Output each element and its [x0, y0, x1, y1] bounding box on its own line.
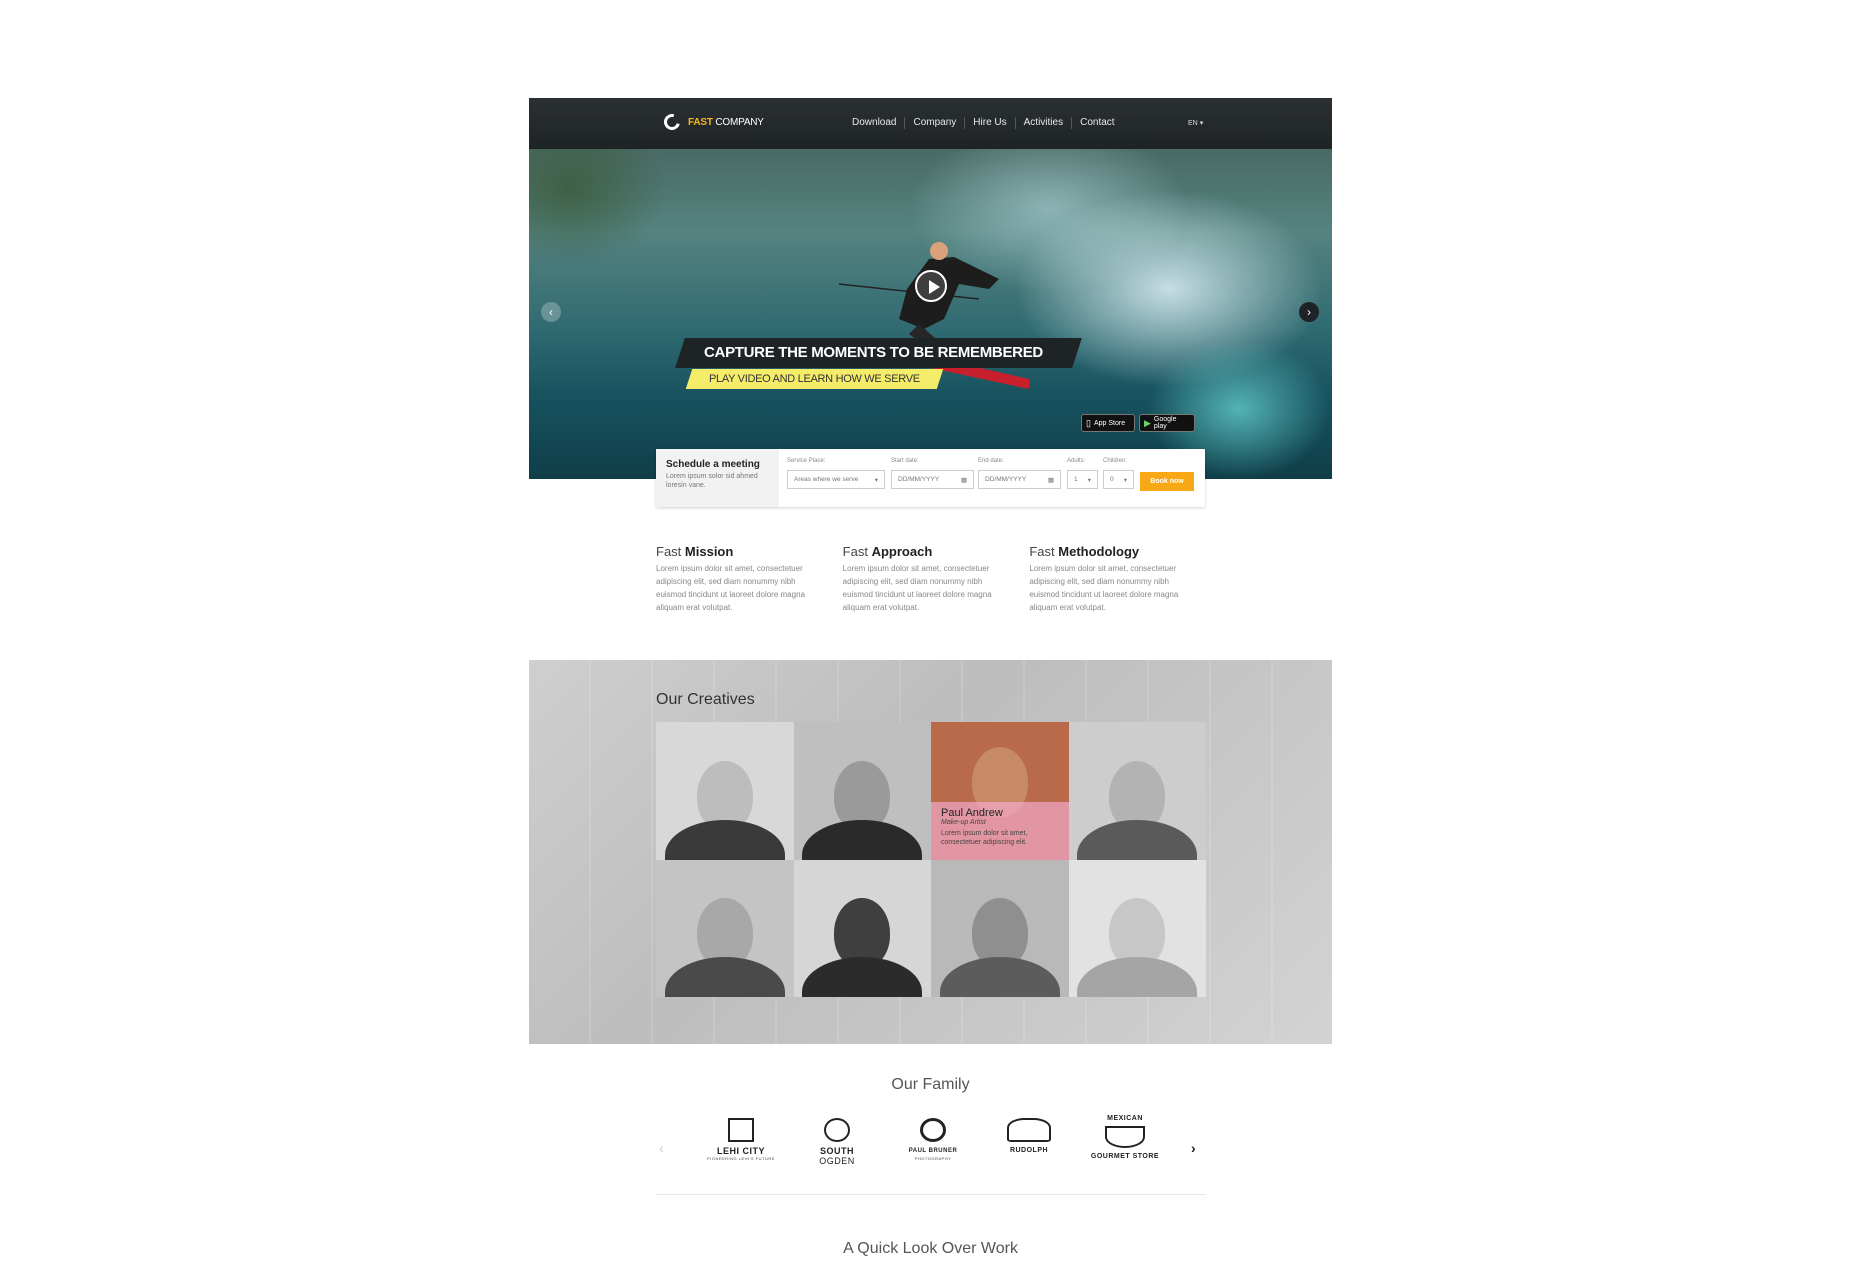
- carousel-next-arrow-icon[interactable]: ›: [1191, 1140, 1196, 1156]
- portrait-shoulders: [1077, 819, 1198, 860]
- children-label: Children:: [1103, 458, 1128, 464]
- calendar-icon: ▦: [960, 476, 967, 484]
- adults-select[interactable]: 1 ▾: [1067, 470, 1098, 489]
- creative-tile[interactable]: [931, 859, 1069, 997]
- lehi-city-icon: [728, 1118, 754, 1142]
- feature-title: Fast Approach: [842, 544, 933, 559]
- creative-info-overlay: Paul Andrew Make-up Artist Lorem ipsum d…: [931, 801, 1069, 860]
- brand-logo-south-ogden[interactable]: SOUTH OGDEN: [802, 1118, 872, 1166]
- children-field: Children: 0 ▾: [1103, 458, 1134, 489]
- end-date-label: End date:: [978, 458, 1004, 464]
- end-date-input[interactable]: DD/MM/YYYY ▦: [978, 470, 1061, 489]
- paul-bruner-icon: [920, 1118, 946, 1142]
- children-select[interactable]: 0 ▾: [1103, 470, 1134, 489]
- creative-tile[interactable]: [1068, 859, 1206, 997]
- brand-logo-rudolph[interactable]: RUDOLPH: [994, 1118, 1064, 1156]
- nav-company[interactable]: Company: [904, 117, 964, 129]
- feature-mission: Fast Mission Lorem ipsum dolor sit amet,…: [656, 544, 843, 614]
- brand-logo-paul-bruner[interactable]: PAUL BRUNER PHOTOGRAPHY: [898, 1118, 968, 1161]
- carousel-prev-arrow-icon[interactable]: ‹: [659, 1140, 664, 1156]
- phone-icon: ▯: [1086, 417, 1091, 428]
- portrait-shoulders: [664, 819, 785, 860]
- chevron-down-icon: ▾: [874, 476, 878, 484]
- features-row: Fast Mission Lorem ipsum dolor sit amet,…: [656, 544, 1216, 614]
- chevron-down-icon: ▾: [1087, 476, 1091, 484]
- start-date-input[interactable]: DD/MM/YYYY ▦: [891, 470, 974, 489]
- creative-tile[interactable]: [793, 859, 931, 997]
- end-date-field: End date: DD/MM/YYYY ▦: [978, 458, 1061, 489]
- portrait-shoulders: [802, 957, 923, 997]
- service-place-select[interactable]: Areas where we serve ▾: [787, 470, 885, 489]
- portrait-shoulders: [939, 957, 1060, 997]
- booking-form: Schedule a meeting Lorem ipsum solor sid…: [656, 449, 1205, 507]
- booking-intro: Schedule a meeting Lorem ipsum solor sid…: [656, 449, 779, 507]
- creative-tile[interactable]: [1068, 722, 1206, 860]
- creatives-grid: Paul Andrew Make-up Artist Lorem ipsum d…: [656, 722, 1206, 997]
- top-navigation-bar: FAST COMPANY Download Company Hire Us Ac…: [529, 98, 1332, 149]
- logo-text: FAST COMPANY: [688, 116, 764, 128]
- main-nav: Download Company Hire Us Activities Cont…: [852, 117, 1123, 129]
- creative-tile[interactable]: [656, 859, 794, 997]
- elephant-icon: [1007, 1118, 1051, 1142]
- feature-text: Lorem ipsum dolor sit amet, consectetuer…: [656, 564, 805, 612]
- brand-logo-lehi-city[interactable]: LEHI CITY PIONEERING LEHI'S FUTURE: [706, 1118, 776, 1161]
- family-logo-carousel: ‹ LEHI CITY PIONEERING LEHI'S FUTURE SOU…: [656, 1115, 1206, 1195]
- portrait-shoulders: [1077, 957, 1198, 997]
- nav-contact[interactable]: Contact: [1071, 117, 1122, 129]
- feature-text: Lorem ipsum dolor sit amet, consectetuer…: [1029, 564, 1179, 612]
- calendar-icon: ▦: [1047, 476, 1054, 484]
- creatives-title: Our Creatives: [656, 691, 755, 708]
- creative-bio: Lorem ipsum dolor sit amet, consectetuer…: [941, 829, 1028, 846]
- portrait-shoulders: [802, 819, 923, 860]
- nav-activities[interactable]: Activities: [1014, 117, 1071, 129]
- service-place-label: Service Place:: [787, 458, 826, 464]
- quick-look-title: A Quick Look Over Work: [843, 1240, 1018, 1257]
- hero-slider: ‹ › CAPTURE THE MOMENTS TO BE REMEMBERED…: [529, 149, 1332, 479]
- creative-tile-featured[interactable]: Paul Andrew Make-up Artist Lorem ipsum d…: [931, 722, 1069, 860]
- play-triangle-icon: ▶: [1144, 417, 1151, 428]
- nav-hire-us[interactable]: Hire Us: [964, 117, 1014, 129]
- language-selector[interactable]: EN ▾: [1188, 119, 1203, 127]
- slider-next-arrow-icon[interactable]: ›: [1299, 302, 1319, 322]
- feature-methodology: Fast Methodology Lorem ipsum dolor sit a…: [1029, 544, 1216, 614]
- google-play-badge[interactable]: ▶ Google play: [1139, 414, 1195, 432]
- portrait-shoulders: [664, 957, 785, 997]
- google-play-label: Google play: [1153, 416, 1177, 430]
- bowl-icon: [1105, 1126, 1145, 1148]
- booking-title: Schedule a meeting: [666, 459, 760, 470]
- chevron-down-icon: ▾: [1123, 476, 1127, 484]
- feature-title: Fast Methodology: [1029, 544, 1140, 559]
- booking-description: Lorem ipsum solor sid ahmed loresin vane…: [666, 473, 758, 489]
- play-video-button[interactable]: [915, 270, 947, 302]
- creative-tile[interactable]: [656, 722, 794, 860]
- logo[interactable]: FAST COMPANY: [661, 111, 764, 133]
- hero-background-trees: [529, 149, 749, 319]
- nav-download[interactable]: Download: [852, 117, 904, 129]
- brand-logo-mexican-gourmet[interactable]: MEXICAN GOURMET STORE: [1090, 1114, 1160, 1162]
- start-date-field: Start date: DD/MM/YYYY ▦: [891, 458, 974, 489]
- adults-field: Adults: 1 ▾: [1067, 458, 1098, 489]
- hero-subline[interactable]: PLAY VIDEO AND LEARN HOW WE SERVE: [685, 369, 944, 389]
- app-store-badge[interactable]: ▯ App Store: [1081, 414, 1135, 432]
- hero-headline: CAPTURE THE MOMENTS TO BE REMEMBERED: [675, 338, 1082, 368]
- chevron-down-icon: ▾: [1199, 120, 1204, 127]
- creative-role: Make-up Artist: [941, 818, 986, 826]
- feature-title: Fast Mission: [656, 544, 734, 559]
- book-now-button[interactable]: Book now: [1140, 472, 1194, 491]
- feature-approach: Fast Approach Lorem ipsum dolor sit amet…: [843, 544, 1030, 614]
- logo-icon: [661, 111, 683, 133]
- service-place-field: Service Place: Areas where we serve ▾: [787, 458, 885, 489]
- slider-prev-arrow-icon[interactable]: ‹: [541, 302, 561, 322]
- creative-tile[interactable]: [793, 722, 931, 860]
- language-label: EN: [1188, 120, 1198, 127]
- app-store-label: App Store: [1093, 419, 1126, 427]
- family-title: Our Family: [891, 1076, 970, 1093]
- creative-name: Paul Andrew: [941, 806, 1003, 819]
- start-date-label: Start date:: [891, 458, 919, 464]
- south-ogden-icon: [824, 1118, 850, 1142]
- creatives-section: Our Creatives Paul Andrew Make-up Artist…: [529, 660, 1332, 1044]
- adults-label: Adults:: [1067, 458, 1086, 464]
- feature-text: Lorem ipsum dolor sit amet, consectetuer…: [842, 564, 992, 612]
